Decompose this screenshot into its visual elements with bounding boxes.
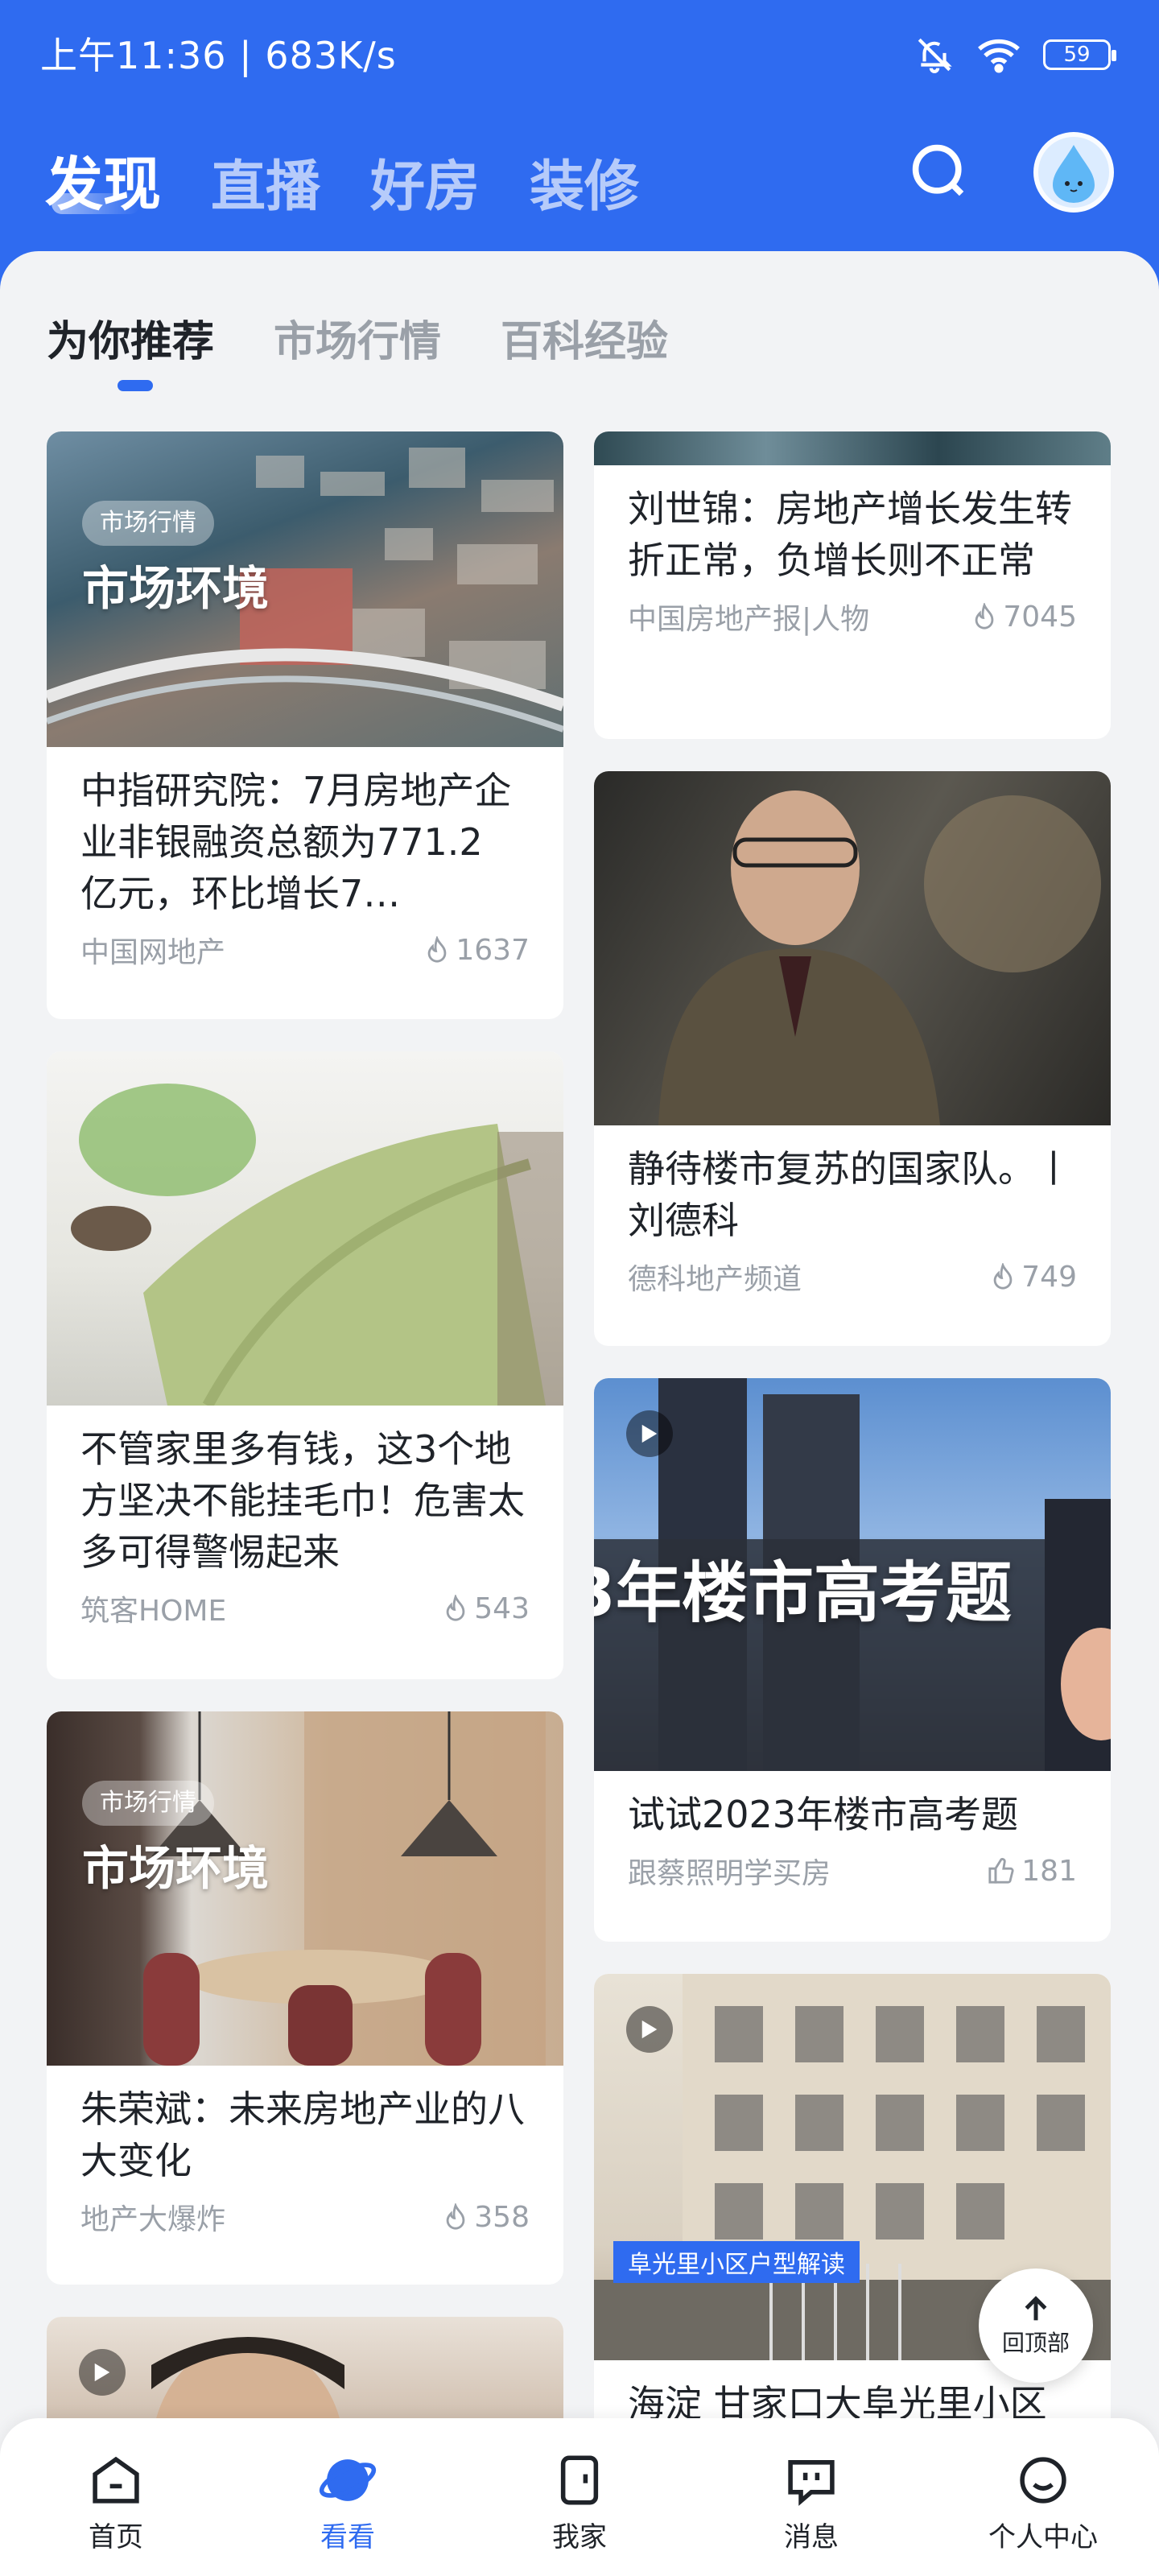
mascot-avatar-icon — [1053, 145, 1095, 203]
video-overlay-title: 3年楼市高考题 — [594, 1555, 1013, 1632]
nav-label: 我家 — [552, 2521, 607, 2553]
card-image — [47, 1051, 563, 1406]
sub-tab-indicator — [118, 380, 153, 391]
heat-count: 749 — [1021, 1260, 1077, 1294]
avatar[interactable] — [1033, 132, 1114, 213]
card-image: 3年楼市高考题 — [594, 1378, 1111, 1771]
tab-discover[interactable]: 发现 — [45, 137, 161, 221]
message-icon — [788, 2460, 835, 2506]
flame-icon — [446, 1595, 465, 1621]
category-title: 市场环境 — [82, 1841, 270, 1896]
flame-icon — [428, 936, 447, 963]
nav-watch[interactable]: 看看 — [275, 2450, 420, 2576]
towel-image — [71, 1084, 563, 1406]
card-title: 试试2023年楼市高考题 — [628, 1793, 1019, 1836]
nav-home[interactable]: 首页 — [43, 2450, 188, 2576]
flame-icon — [993, 1263, 1013, 1290]
home-icon — [93, 2456, 139, 2504]
feed-card-2[interactable]: 刘世锦：房地产增长发生转折正常，负增长则不正常 中国房地产报|人物 7045 — [594, 431, 1111, 739]
feed-card-4[interactable]: 不管家里多有钱，这3个地方坚决不能挂毛巾！危害太多可得警惕起来 筑客HOME 5… — [47, 1051, 563, 1679]
status-icons: 59 — [914, 31, 1116, 79]
nav-label: 个人中心 — [988, 2521, 1098, 2553]
feed-card-1[interactable]: 市场行情 市场环境 中指研究院：7月房地产企业非银融资总额为771.2 亿元，环… — [47, 431, 563, 1019]
card-title: 朱荣斌：未来房地产业的八大变化 — [80, 2087, 525, 2182]
flame-icon — [975, 603, 994, 630]
card-image: 市场行情 市场环境 — [47, 1711, 563, 2066]
channel-tabs: 发现 直播 好房 装修 — [45, 137, 639, 221]
nav-messages[interactable]: 消息 — [739, 2450, 884, 2576]
search-button[interactable] — [909, 142, 971, 203]
nav-profile[interactable]: 个人中心 — [971, 2450, 1116, 2576]
card-source: 中国房地产报|人物 — [628, 603, 870, 636]
smile-face-icon — [1020, 2457, 1066, 2504]
tab-encyclopedia[interactable]: 百科经验 — [501, 308, 668, 368]
heat-count: 7045 — [1003, 600, 1077, 634]
like-count: 181 — [1021, 1854, 1077, 1888]
app-root: 上午11:36 | 683K/s 59 发现 直播 好房 装修 为你推荐 市场行… — [0, 0, 1159, 2576]
card-image — [594, 771, 1111, 1125]
card-title: 中指研究院：7月房地产企业非银融资总额为771.2 亿元，环比增长7… — [80, 769, 512, 915]
tab-decoration[interactable]: 装修 — [530, 142, 639, 221]
card-source: 地产大爆炸 — [80, 2203, 226, 2236]
tab-market[interactable]: 市场行情 — [274, 308, 441, 368]
feed-card-5[interactable]: 3年楼市高考题 试试2023年楼市高考题 跟蔡照明学买房 181 — [594, 1378, 1111, 1942]
door-icon — [560, 2455, 599, 2505]
nav-label: 看看 — [320, 2521, 375, 2553]
category-title: 市场环境 — [82, 561, 270, 616]
heat-count: 543 — [474, 1591, 530, 1625]
card-source: 中国网地产 — [80, 936, 226, 969]
tab-recommended[interactable]: 为你推荐 — [47, 308, 214, 368]
nav-label: 消息 — [784, 2521, 839, 2553]
card-title: 不管家里多有钱，这3个地方坚决不能挂毛巾！危害太多可得警惕起来 — [80, 1427, 525, 1574]
back-to-top-label: 回顶部 — [1001, 2330, 1070, 2356]
nav-my-home[interactable]: 我家 — [507, 2450, 652, 2576]
planet-icon — [319, 2459, 377, 2501]
card-title: 静待楼市复苏的国家队。丨刘德科 — [628, 1147, 1072, 1242]
card-title: 刘世锦：房地产增长发生转折正常，负增长则不正常 — [628, 487, 1072, 582]
feed-card-6[interactable]: 市场行情 市场环境 朱荣斌：未来房地产业的八大变化 地产大爆炸 358 — [47, 1711, 563, 2285]
feed-card-3[interactable]: 静待楼市复苏的国家队。丨刘德科 德科地产频道 749 — [594, 771, 1111, 1346]
status-time-speed: 上午11:36 | 683K/s — [40, 34, 397, 77]
heat-count: 358 — [474, 2200, 530, 2234]
category-chip: 市场行情 — [82, 1781, 214, 1826]
video-label: 阜光里小区户型解读 — [613, 2241, 860, 2283]
category-chip: 市场行情 — [82, 501, 214, 546]
play-icon — [94, 2363, 110, 2382]
card-source: 跟蔡照明学买房 — [628, 1857, 831, 1890]
heat-count: 1637 — [456, 933, 530, 967]
card-image — [594, 431, 1111, 465]
wifi-icon — [978, 39, 1020, 73]
tab-live[interactable]: 直播 — [211, 142, 320, 221]
battery-indicator: 59 — [1043, 39, 1116, 70]
thumbs-up-icon — [988, 1858, 1014, 1884]
card-source: 德科地产频道 — [628, 1263, 802, 1296]
play-icon — [641, 1424, 658, 1443]
play-icon — [641, 2020, 658, 2039]
search-icon — [912, 144, 964, 196]
card-image: 市场行情 市场环境 — [47, 431, 563, 747]
play-button[interactable] — [626, 1410, 673, 1457]
back-to-top-button[interactable]: 回顶部 — [979, 2268, 1093, 2383]
sub-tabs: 为你推荐 市场行情 百科经验 — [47, 308, 668, 368]
play-button[interactable] — [79, 2349, 126, 2396]
tab-good-house[interactable]: 好房 — [370, 142, 480, 221]
card-source: 筑客HOME — [80, 1595, 227, 1628]
arrow-up-icon — [1025, 2296, 1047, 2321]
mute-bell-icon — [918, 38, 952, 73]
flame-icon — [446, 2203, 465, 2230]
bottom-nav: 首页 看看 我家 消息 个人中心 — [0, 2418, 1159, 2576]
play-button[interactable] — [626, 2006, 673, 2053]
nav-label: 首页 — [89, 2521, 143, 2553]
speaker-video-image — [658, 791, 1101, 1125]
